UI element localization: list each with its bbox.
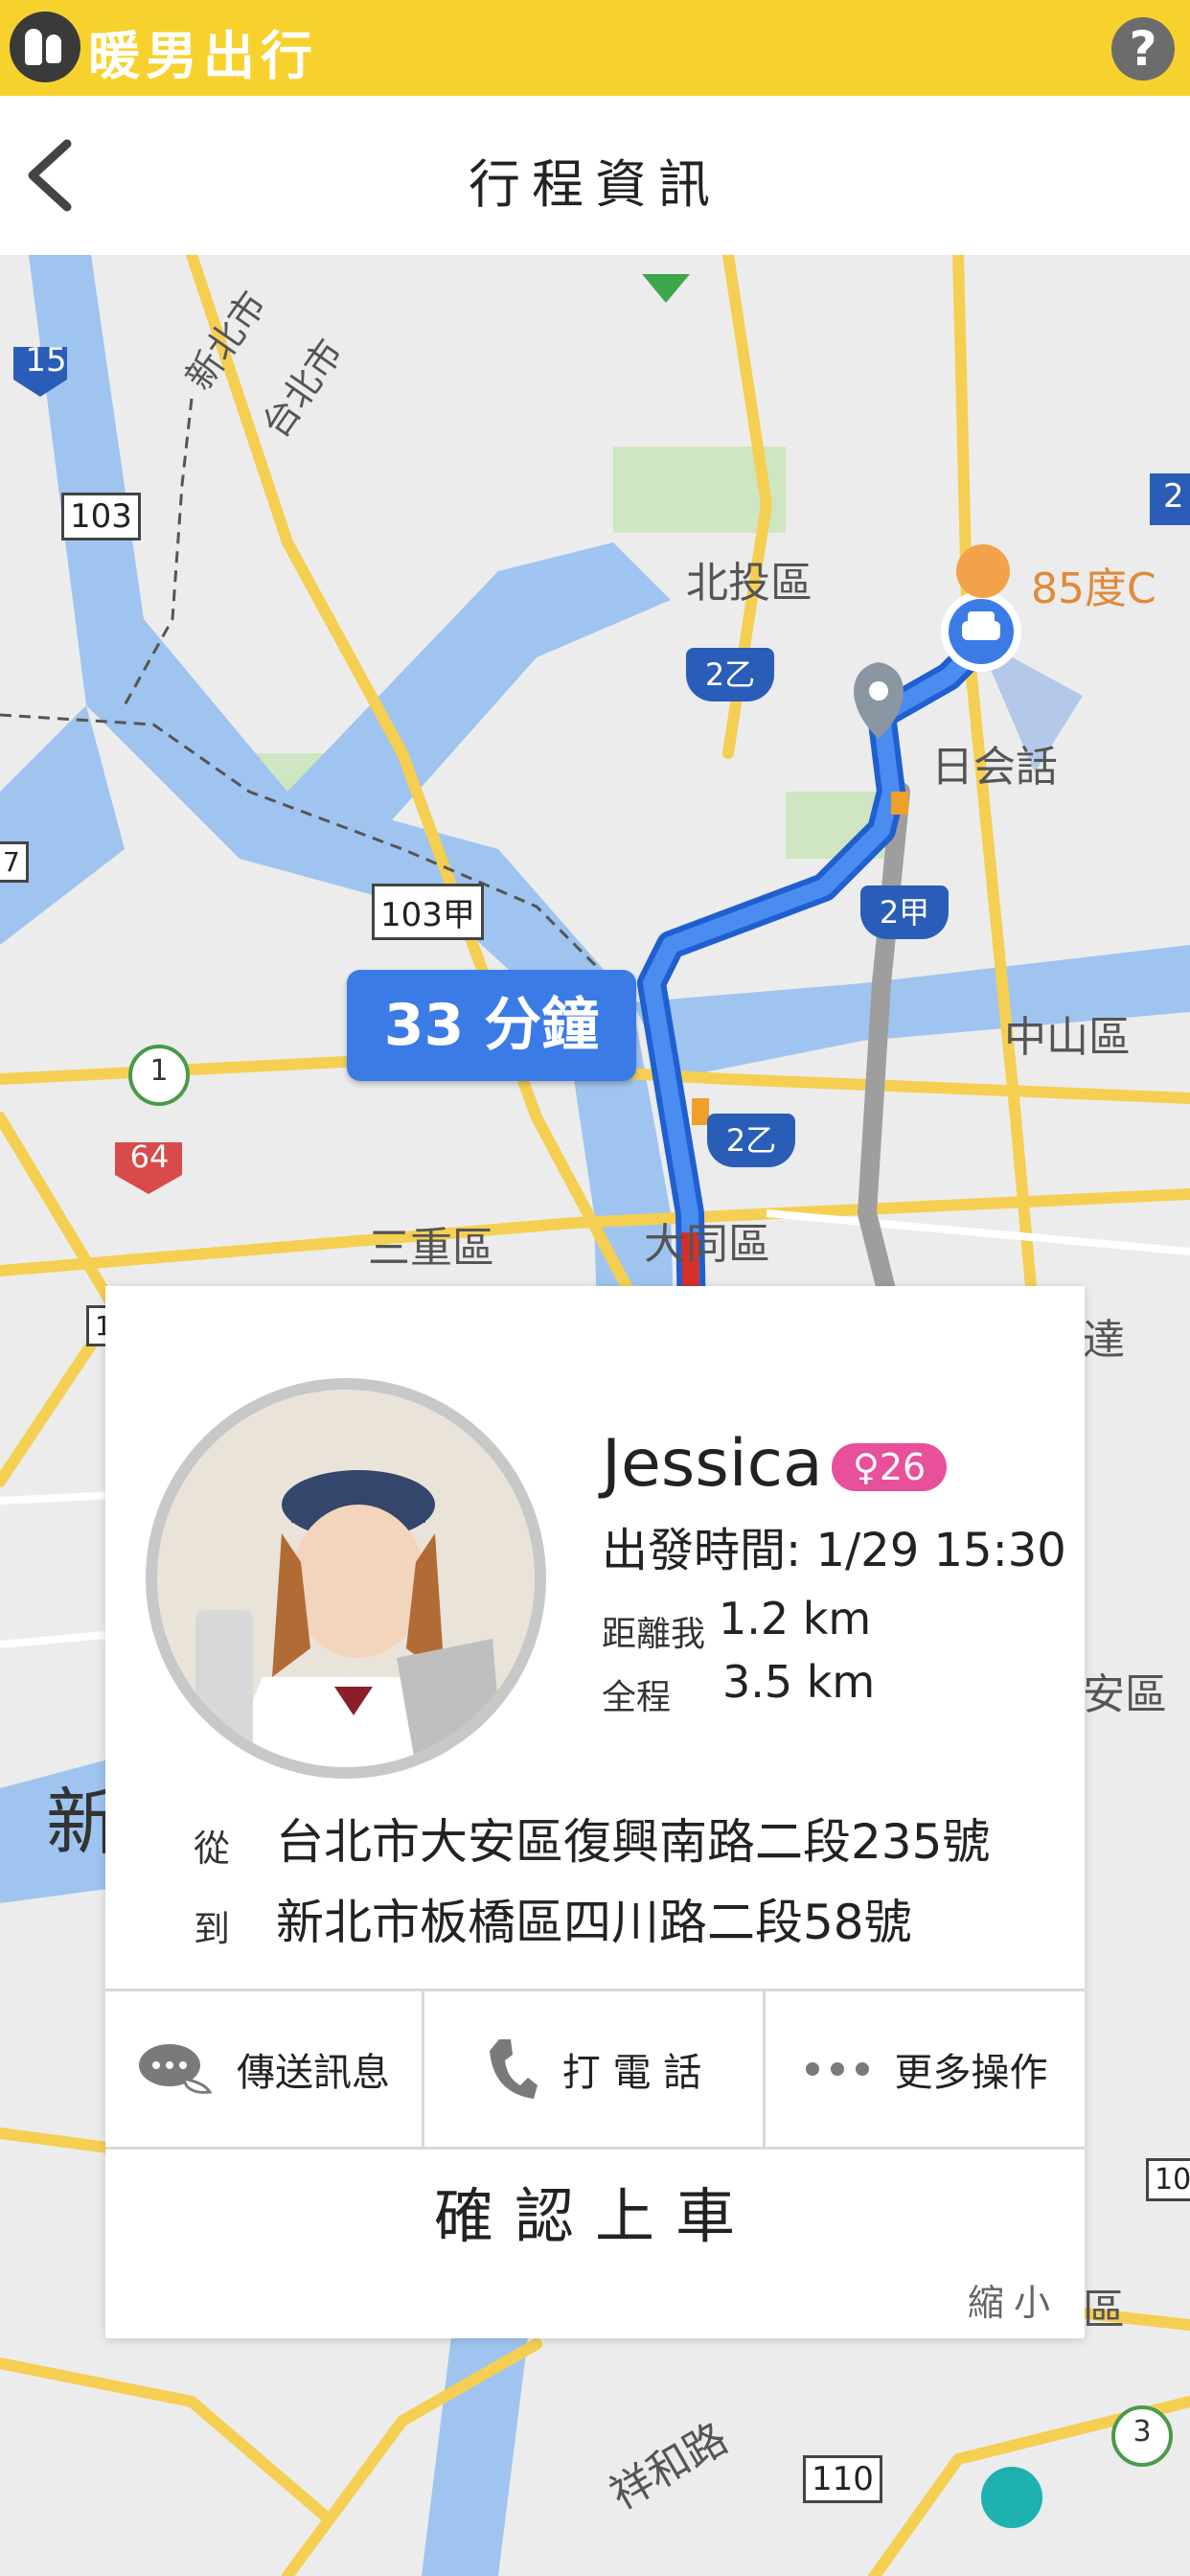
route-badge-2y-b: 2乙 (707, 1114, 795, 1167)
call-label: 打 電 話 (561, 2051, 702, 2095)
help-button[interactable]: ? (1111, 17, 1175, 80)
eta-badge: 33 分鐘 (347, 970, 636, 1081)
shrink-button[interactable]: 縮小 (968, 2273, 1060, 2326)
page-title: 行程資訊 (469, 154, 721, 215)
avatar-photo (157, 1390, 535, 1767)
depart-time: 出發時間: 1/29 15:30 (602, 1512, 1066, 1579)
depart-label: 出發時間: (602, 1524, 802, 1577)
road-sign-103: 103 (61, 493, 141, 540)
road-sign-103a: 103甲 (372, 884, 484, 940)
chat-bubble-icon (139, 2044, 213, 2094)
total-label: 全程 (602, 1678, 672, 1717)
confirm-boarding-button[interactable]: 確認上車 (105, 2168, 1085, 2254)
to-address: 新北市板橋區四川路二段58號 (276, 1895, 912, 1950)
page-header: 行程資訊 (0, 96, 1190, 255)
route-marker-1: 1 (149, 1054, 169, 1088)
map-label-partial-an: 安區 (1083, 1670, 1167, 1719)
more-actions-label: 更多操作 (894, 2051, 1048, 2095)
route-marker-3: 3 (1133, 2415, 1152, 2449)
send-message-button[interactable]: 傳送訊息 (105, 1991, 424, 2147)
avatar (146, 1378, 546, 1779)
map-label-beitou: 北投區 (686, 559, 812, 608)
phone-icon (489, 2039, 538, 2099)
route-badge-2y: 2乙 (686, 648, 774, 702)
map-label-rihuihua: 日会話 (931, 743, 1058, 792)
brand-title: 暖男出行 (88, 26, 318, 86)
depart-value: 1/29 15:30 (815, 1524, 1066, 1577)
route-shield-15: 15 (25, 341, 67, 380)
trip-card: Jessica ♀26 出發時間: 1/29 15:30 距離我 1.2 km … (105, 1286, 1085, 2338)
gender-age-badge: ♀26 (832, 1443, 948, 1491)
from-address: 台北市大安區復興南路二段235號 (276, 1814, 991, 1870)
more-actions-button[interactable]: 更多操作 (766, 1991, 1085, 2147)
user-name: Jessica (602, 1426, 823, 1502)
route-badge-2j: 2甲 (860, 886, 949, 939)
couple-logo-icon (10, 12, 80, 82)
road-sign-7: 7 (0, 841, 29, 883)
from-label: 從 (194, 1828, 231, 1870)
send-message-label: 傳送訊息 (237, 2051, 390, 2095)
total-value: 3.5 km (722, 1656, 876, 1708)
map-label-datong: 大同區 (644, 1220, 770, 1269)
action-bar: 傳送訊息 打 電 話 更多操作 (105, 1989, 1085, 2150)
map-label-partial-da: 達 (1083, 1316, 1125, 1365)
call-button[interactable]: 打 電 話 (424, 1991, 766, 2147)
road-sign-10: 10 (1146, 2158, 1190, 2201)
brand-bar: 暖男出行 ? (0, 0, 1190, 96)
map-label-cafe: 85度C (1031, 564, 1156, 613)
map-label-partial-qu: 區 (1083, 2286, 1125, 2334)
route-shield-2: 2 (1163, 477, 1184, 516)
distance-value: 1.2 km (719, 1593, 872, 1644)
more-dots-icon (805, 2062, 869, 2076)
distance-label: 距離我 (602, 1615, 706, 1654)
road-sign-110: 110 (803, 2455, 882, 2503)
map-label-sanchong: 三重區 (368, 1224, 494, 1273)
user-photo-icon (157, 1390, 535, 1767)
to-label: 到 (194, 1908, 231, 1950)
map-label-zhongshan: 中山區 (1004, 1013, 1131, 1062)
route-shield-64: 64 (129, 1138, 170, 1175)
